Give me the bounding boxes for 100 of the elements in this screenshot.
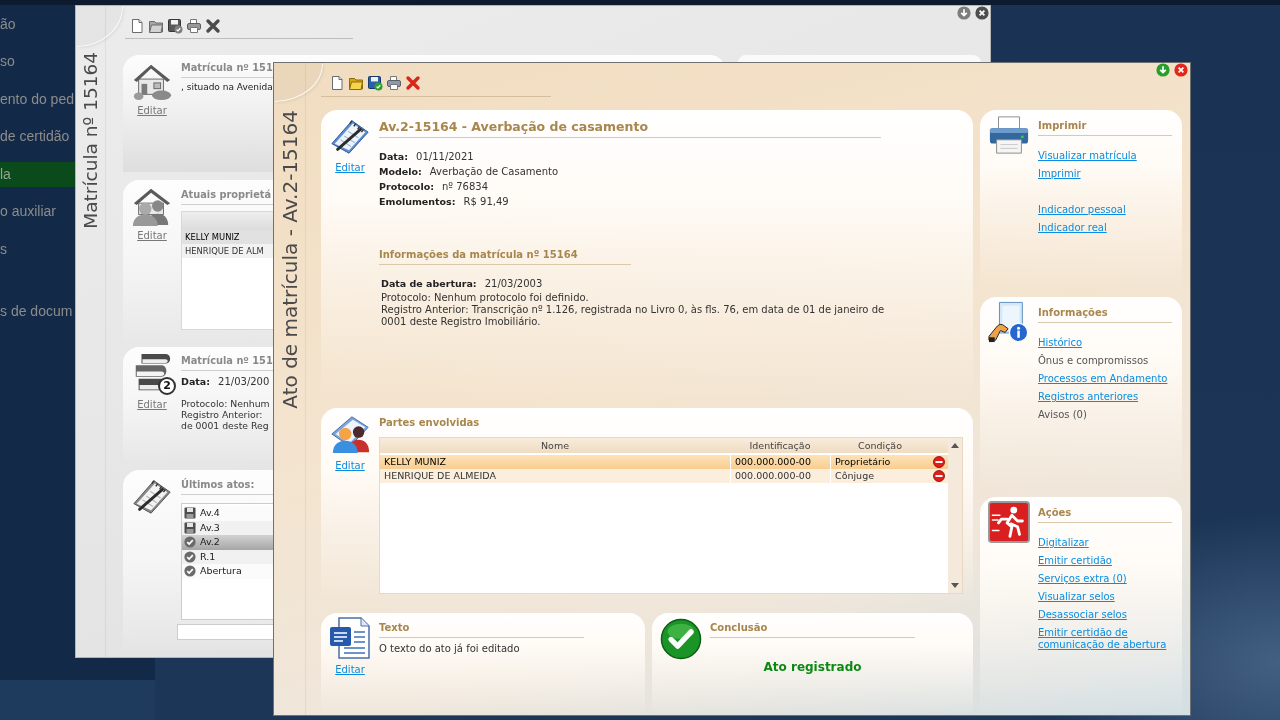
print-icon[interactable] bbox=[386, 75, 402, 91]
section-title: Informações da matrícula nº 15164 bbox=[379, 248, 578, 262]
card-title: Ações bbox=[1038, 506, 1072, 520]
field-value: Averbação de Casamento bbox=[429, 164, 559, 179]
sidebar-item[interactable]: ento do ped bbox=[0, 86, 75, 112]
sidebar-item[interactable]: ão bbox=[0, 11, 75, 37]
column-header: Identificação bbox=[748, 439, 812, 453]
panel-link[interactable]: Visualizar matrícula bbox=[1038, 147, 1137, 165]
x-mark-icon[interactable] bbox=[405, 75, 421, 91]
window-title: Matrícula nº 15164 bbox=[78, 52, 102, 229]
panel-link[interactable]: Serviços extra (0) bbox=[1038, 570, 1127, 588]
panel-link[interactable]: Emitir certidão de comunicação de abertura bbox=[1038, 624, 1173, 654]
field-value: nº 76834 bbox=[442, 179, 489, 194]
panel-link[interactable]: Processos em Andamento bbox=[1038, 370, 1168, 388]
item-label: Abertura bbox=[200, 564, 242, 579]
table-row[interactable]: KELLY MUNIZ bbox=[182, 230, 274, 244]
field-label: Data: bbox=[181, 375, 211, 389]
edit-link[interactable]: Editar bbox=[335, 664, 365, 676]
card-title: Av.2-15164 - Averbação de casamento bbox=[379, 119, 649, 135]
body-text: Protocolo: Nenhum bbox=[181, 397, 270, 409]
body-text: , situado na Avenida bbox=[181, 81, 273, 93]
body-text: de 0001 deste Reg bbox=[181, 419, 269, 431]
running-figure-icon bbox=[988, 501, 1030, 543]
count-badge: 2 bbox=[158, 377, 176, 395]
scroll-up-icon[interactable] bbox=[951, 443, 959, 448]
card-title: Atuais proprietá bbox=[181, 188, 272, 202]
panel-link[interactable]: Desassociar selos bbox=[1038, 606, 1127, 624]
sidebar-item[interactable]: s de docum bbox=[0, 299, 75, 324]
body-text: O texto do ato já foi editado bbox=[379, 642, 520, 656]
card-title: Partes envolvidas bbox=[379, 416, 480, 430]
card-title: Matrícula nº 151 bbox=[181, 61, 273, 75]
table-cell: 000.000.000-00 bbox=[730, 469, 830, 483]
field-value: 21/03/200 bbox=[218, 375, 270, 389]
field-value: 01/11/2021 bbox=[416, 149, 474, 164]
scrollbar[interactable] bbox=[948, 438, 962, 593]
panel-link[interactable]: Emitir certidão bbox=[1038, 552, 1112, 570]
card-title: Matrícula nº 151 bbox=[181, 354, 273, 368]
panel-link[interactable]: Registros anteriores bbox=[1038, 388, 1139, 406]
window-corner bbox=[76, 6, 122, 46]
table-row[interactable]: KELLY MUNIZ 000.000.000-00 Proprietário bbox=[380, 455, 948, 469]
people-icon bbox=[329, 413, 371, 455]
panel-link[interactable]: Indicador pessoal bbox=[1038, 201, 1126, 219]
edit-link[interactable]: Editar bbox=[335, 162, 365, 174]
card-title: Conclusão bbox=[710, 621, 768, 635]
new-document-icon[interactable] bbox=[329, 75, 345, 91]
sidebar-item[interactable]: la bbox=[0, 161, 75, 187]
printer-icon bbox=[988, 114, 1030, 156]
card-title: Últimos atos: bbox=[181, 478, 255, 492]
scroll-down-icon[interactable] bbox=[951, 583, 959, 588]
panel-link[interactable]: Histórico bbox=[1038, 334, 1083, 352]
check-circle-icon bbox=[660, 618, 702, 660]
panel-link[interactable]: Indicador real bbox=[1038, 219, 1107, 237]
card-title: Imprimir bbox=[1038, 119, 1087, 133]
body-text: Registro Anterior: Transcrição nº 1.126, registrada no Livro 0, às fls. 76, em data de 01 de janeiro de 0001 deste Registro Imobiliário. bbox=[381, 304, 886, 328]
remove-icon[interactable] bbox=[933, 456, 945, 468]
item-label: Av.4 bbox=[200, 506, 220, 521]
body-text: Registro Anterior: bbox=[181, 408, 263, 420]
document-info-icon bbox=[988, 301, 1030, 343]
column-header: Nome bbox=[540, 439, 570, 453]
sidebar-item[interactable]: s bbox=[0, 236, 75, 262]
body-text: Protocolo: Nenhum protocolo foi definido. bbox=[381, 292, 589, 304]
card-title: Texto bbox=[379, 621, 410, 635]
panel-link[interactable]: Visualizar selos bbox=[1038, 588, 1115, 606]
item-label: Av.3 bbox=[200, 520, 220, 535]
sidebar-item[interactable]: so bbox=[0, 49, 75, 74]
field-value: R$ 91,49 bbox=[463, 194, 509, 209]
folder-icon[interactable] bbox=[348, 75, 364, 91]
field-label: Data: bbox=[379, 149, 409, 164]
field-label: Modelo: bbox=[379, 164, 422, 179]
save-icon[interactable] bbox=[367, 75, 383, 91]
edit-link[interactable]: Editar bbox=[335, 460, 365, 472]
disabled-item: Ônus e compromissos bbox=[1038, 353, 1149, 368]
table-row[interactable]: HENRIQUE DE ALM bbox=[182, 244, 274, 258]
panel-link[interactable]: Imprimir bbox=[1038, 165, 1081, 183]
column-header: Condição bbox=[857, 439, 903, 453]
panel-link[interactable]: Digitalizar bbox=[1038, 534, 1089, 552]
field-label: Emolumentos: bbox=[379, 194, 456, 209]
list-item[interactable]: Abertura bbox=[182, 564, 274, 579]
disabled-item: Avisos (0) bbox=[1038, 408, 1087, 422]
sidebar-item[interactable]: de certidão bbox=[0, 124, 75, 149]
list-item[interactable]: Av.4 bbox=[182, 506, 274, 521]
sidebar-item[interactable]: o auxiliar bbox=[0, 199, 75, 224]
window-title: Ato de matrícula - Av.2-15164 bbox=[277, 110, 302, 409]
list-item[interactable]: Av.2 bbox=[182, 535, 274, 550]
remove-icon[interactable] bbox=[933, 470, 945, 482]
table-cell-text: KELLY MUNIZ bbox=[383, 455, 447, 469]
table-row[interactable]: HENRIQUE DE ALMEIDA 000.000.000-00 Cônjuge bbox=[380, 469, 948, 483]
field-label: Protocolo: bbox=[379, 179, 434, 194]
item-label: R.1 bbox=[200, 549, 216, 564]
arrow-down-icon[interactable] bbox=[1156, 63, 1170, 77]
field-label: Data de abertura: bbox=[381, 276, 477, 291]
document-icon bbox=[327, 615, 373, 661]
field-value: 21/03/2003 bbox=[484, 276, 543, 291]
item-label: Av.2 bbox=[200, 535, 220, 550]
table-cell: Cônjuge bbox=[830, 469, 930, 483]
close-icon[interactable] bbox=[1174, 63, 1188, 77]
card-title: Informações bbox=[1038, 306, 1108, 320]
status-text: Ato registrado bbox=[763, 659, 862, 675]
window-corner bbox=[274, 63, 322, 101]
table-cell-text: HENRIQUE DE ALMEIDA bbox=[383, 469, 497, 483]
